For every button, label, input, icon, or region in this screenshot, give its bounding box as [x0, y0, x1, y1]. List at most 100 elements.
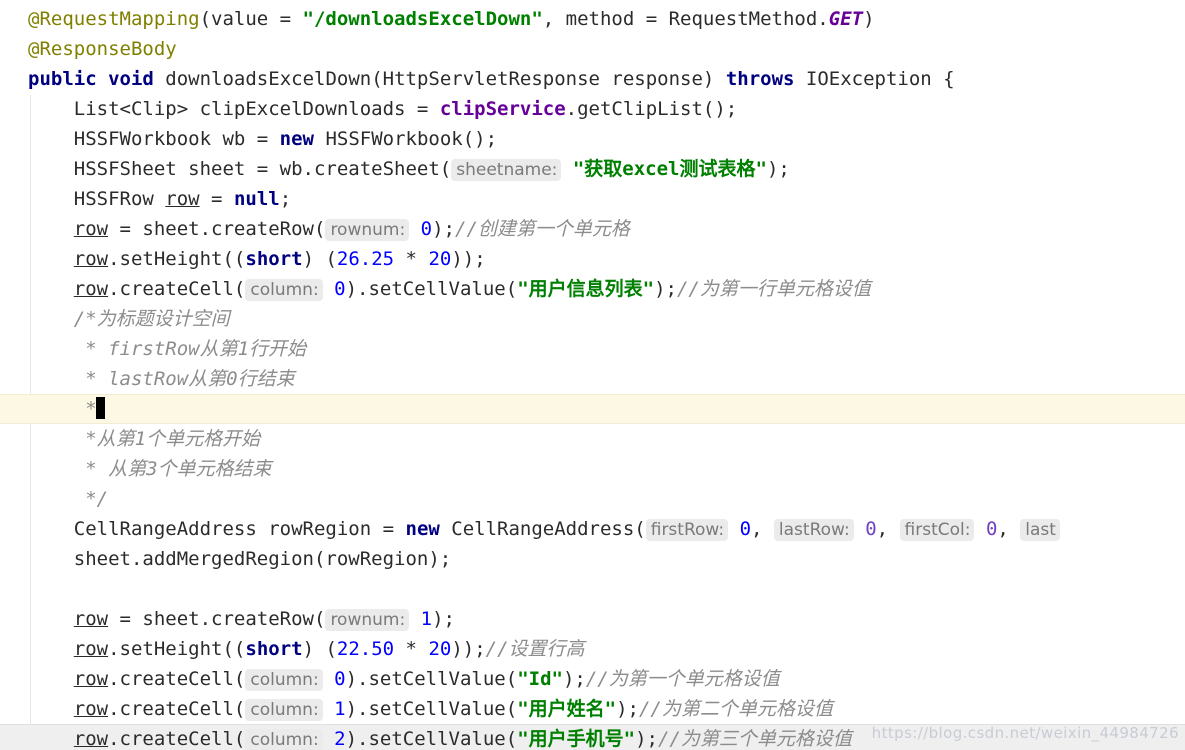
code-text: )); — [451, 638, 486, 660]
code-line[interactable]: * firstRow从第1行开始 — [0, 334, 1185, 364]
code-line[interactable]: row.createCell(column: 1).setCellValue("… — [0, 694, 1185, 724]
code-line[interactable]: HSSFSheet sheet = wb.createSheet(sheetna… — [0, 154, 1185, 184]
code-text: )); — [451, 248, 486, 270]
code-line[interactable]: * 从第3个单元格结束 — [0, 454, 1185, 484]
annotation-response-body: @ResponseBody — [28, 38, 177, 60]
comment-set-row-height: //设置行高 — [485, 638, 585, 660]
param-hint-column: column: — [245, 729, 323, 750]
code-line[interactable]: public void downloadsExcelDown(HttpServl… — [0, 64, 1185, 94]
comment-set-first-row-cell: //为第一行单元格设值 — [676, 278, 871, 300]
keyword-short: short — [245, 248, 303, 270]
static-field-get: GET — [828, 8, 864, 30]
number-literal: 20 — [428, 248, 452, 270]
code-line[interactable]: HSSFWorkbook wb = new HSSFWorkbook(); — [0, 124, 1185, 154]
string-mapping-value: "/downloadsExcelDown" — [302, 8, 543, 30]
code-line-current[interactable]: * — [0, 394, 1185, 424]
code-text: ; — [279, 188, 292, 210]
code-text: HSSFSheet sheet = wb.createSheet( — [28, 158, 452, 180]
param-hint-sheetname: sheetname: — [451, 159, 562, 181]
code-line[interactable]: */ — [0, 484, 1185, 514]
code-text: .createCell( — [108, 278, 246, 300]
code-line[interactable]: * lastRow从第0行结束 — [0, 364, 1185, 394]
code-line[interactable]: @RequestMapping(value = "/downloadsExcel… — [0, 4, 1185, 34]
local-var-row: row — [165, 188, 200, 210]
code-line[interactable]: row = sheet.createRow(rownum: 0);//创建第一个… — [0, 214, 1185, 244]
number-literal: 20 — [428, 638, 452, 660]
code-text: ).setCellValue( — [345, 278, 518, 300]
code-text: * — [394, 638, 429, 660]
local-var-row: row — [73, 728, 109, 750]
code-line[interactable]: row.setHeight((short) (26.25 * 20)); — [0, 244, 1185, 274]
code-text: , — [876, 518, 900, 540]
code-line[interactable]: HSSFRow row = null; — [0, 184, 1185, 214]
code-text: = sheet.createRow( — [108, 218, 326, 240]
code-line[interactable]: CellRangeAddress rowRegion = new CellRan… — [0, 514, 1185, 544]
code-text: .getClipList(); — [565, 98, 738, 120]
keyword-null: null — [233, 188, 280, 210]
code-text: .createCell( — [108, 728, 246, 750]
keyword-short: short — [245, 638, 303, 660]
code-line[interactable]: sheet.addMergedRegion(rowRegion); — [0, 544, 1185, 574]
code-line[interactable]: row.setHeight((short) (22.50 * 20));//设置… — [0, 634, 1185, 664]
code-line[interactable]: /*为标题设计空间 — [0, 304, 1185, 334]
code-line[interactable]: row = sheet.createRow(rownum: 1); — [0, 604, 1185, 634]
local-var-row: row — [73, 698, 109, 720]
code-text: ).setCellValue( — [345, 728, 518, 750]
number-literal: 0 — [739, 518, 752, 540]
code-line[interactable]: row.createCell(column: 0).setCellValue("… — [0, 274, 1185, 304]
comment-set-cell-2: //为第二个单元格设值 — [638, 698, 833, 720]
code-text: , — [751, 518, 774, 540]
param-hint-last-row: lastRow: — [773, 519, 854, 541]
code-text: .setHeight(( — [108, 248, 246, 270]
code-text: sheet.addMergedRegion(rowRegion); — [28, 548, 452, 570]
code-text: .createCell( — [108, 698, 246, 720]
code-text: .createCell( — [108, 668, 246, 690]
param-hint-first-row: firstRow: — [645, 519, 729, 541]
code-text: CellRangeAddress rowRegion = — [28, 518, 406, 540]
code-line[interactable]: row.createCell(column: 0).setCellValue("… — [0, 664, 1185, 694]
string-col-name: "用户姓名" — [517, 698, 617, 720]
code-text: ).setCellValue( — [345, 668, 518, 690]
field-clip-service: clipService — [439, 98, 566, 120]
code-line-blank[interactable] — [0, 574, 1185, 604]
param-hint-column: column: — [245, 699, 323, 721]
local-var-row: row — [73, 608, 109, 630]
code-editor[interactable]: @RequestMapping(value = "/downloadsExcel… — [0, 0, 1185, 750]
param-hint-last-col-truncated: last — [1020, 519, 1060, 541]
comment-block-first-cell: *从第1个单元格开始 — [85, 428, 261, 450]
code-text: ) — [863, 8, 875, 30]
code-line[interactable]: List<Clip> clipExcelDownloads = clipServ… — [0, 94, 1185, 124]
code-text: , — [997, 518, 1021, 540]
string-header-title: "用户信息列表" — [517, 278, 655, 300]
code-line[interactable]: *从第1个单元格开始 — [0, 424, 1185, 454]
string-col-id: "Id" — [517, 668, 563, 690]
code-line[interactable]: row.createCell(column: 2).setCellValue("… — [0, 724, 1185, 750]
string-sheet-name: "获取excel测试表格" — [572, 158, 767, 180]
param-hint-column: column: — [245, 669, 323, 691]
code-line[interactable]: @ResponseBody — [0, 34, 1185, 64]
number-literal: 0 — [420, 218, 433, 240]
keyword-public: public — [28, 68, 97, 90]
number-literal: 0 — [334, 278, 346, 300]
code-text: ); — [635, 728, 658, 750]
code-text: .setHeight(( — [108, 638, 246, 660]
code-text: (value = — [199, 8, 303, 30]
local-var-row: row — [73, 638, 109, 660]
comment-block-last-row: * lastRow从第0行结束 — [85, 368, 295, 390]
